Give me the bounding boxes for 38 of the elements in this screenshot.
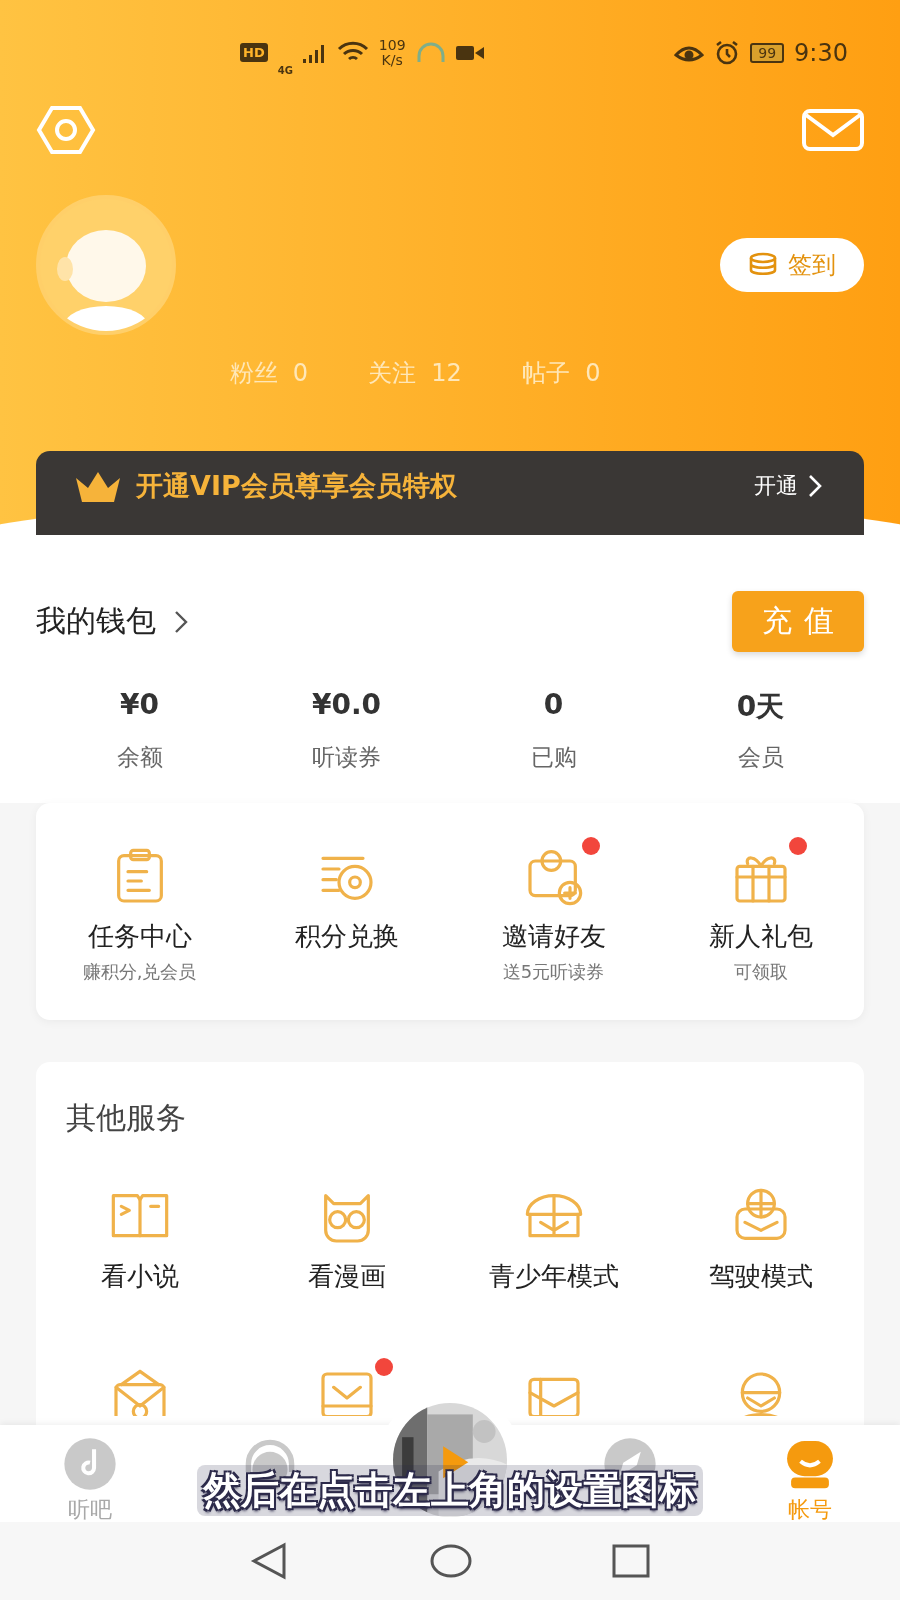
menu-label: 邀请好友 bbox=[501, 920, 606, 953]
menu-item[interactable]: 积分兑换 bbox=[243, 833, 450, 984]
wallet-link[interactable]: 我的钱包 bbox=[36, 601, 188, 642]
menu-item[interactable]: 邀请好友 送5元听读券 bbox=[450, 833, 657, 984]
menu-item[interactable]: 看小说 bbox=[36, 1173, 243, 1294]
menu-item[interactable]: 新人礼包 可领取 bbox=[657, 833, 864, 984]
wallet-value: 0 bbox=[542, 688, 565, 723]
network-type: 4G bbox=[277, 65, 293, 76]
vip-banner[interactable]: 开通VIP会员尊享会员特权 开通 bbox=[36, 451, 864, 535]
vip-promo-text: 开通VIP会员尊享会员特权 bbox=[136, 469, 458, 503]
menu-caption: 可领取 bbox=[733, 960, 788, 984]
menu-caption: 赚积分,兑会员 bbox=[82, 960, 197, 984]
wallet-label: 会员 bbox=[736, 743, 785, 772]
menu-label: 青少年模式 bbox=[488, 1260, 619, 1293]
network-speed: 109 bbox=[378, 37, 406, 53]
speed-unit: K/s bbox=[381, 52, 403, 68]
wallet-value: ¥0 bbox=[119, 688, 160, 723]
menu-caption: 送5元听读券 bbox=[502, 960, 605, 984]
hd-badge: HD bbox=[240, 43, 268, 62]
wallet-label: 听读券 bbox=[311, 743, 382, 772]
menu-item[interactable]: 青少年模式 bbox=[450, 1173, 657, 1294]
menu-item[interactable]: 驾驶模式 bbox=[657, 1173, 864, 1294]
activate-link[interactable]: 开通 bbox=[748, 470, 828, 502]
menu-label: 看小说 bbox=[100, 1260, 179, 1293]
wallet-label: 已购 bbox=[529, 743, 578, 772]
menu-label: 看漫画 bbox=[307, 1260, 386, 1293]
menu-label: 积分兑换 bbox=[294, 920, 399, 953]
menu-label: 驾驶模式 bbox=[708, 1260, 813, 1293]
menu-label: 任务中心 bbox=[87, 920, 192, 953]
wallet-value: ¥0.0 bbox=[310, 688, 383, 723]
menu-item[interactable]: 看漫画 bbox=[243, 1173, 450, 1294]
section-title: 其他服务 bbox=[66, 1099, 187, 1137]
menu-label: 新人礼包 bbox=[708, 920, 813, 953]
clock-time: 9:30 bbox=[794, 38, 848, 67]
wallet-label: 余额 bbox=[115, 743, 164, 772]
wallet-value: 0天 bbox=[735, 689, 786, 725]
menu-item[interactable]: 任务中心 赚积分,兑会员 bbox=[36, 833, 243, 984]
battery-level: 99 bbox=[750, 42, 785, 63]
